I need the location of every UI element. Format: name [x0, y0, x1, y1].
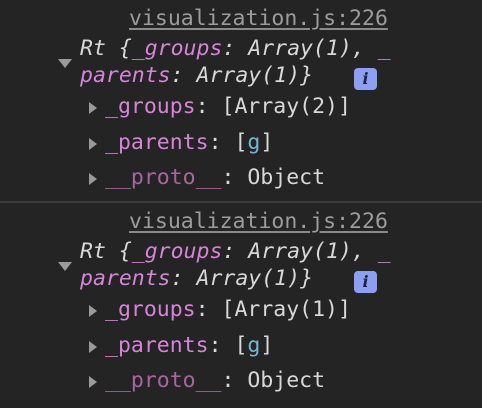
- property-value: [Array(1)]: [221, 297, 351, 322]
- property-colon: :: [221, 165, 248, 190]
- element-tag[interactable]: g: [247, 130, 260, 155]
- triangle-down-icon[interactable]: [58, 262, 72, 271]
- console-entry: visualization.js:226 Rt {_groups: Array(…: [0, 203, 482, 408]
- summary-value: Array(1): [196, 266, 301, 291]
- property-name: _groups: [105, 94, 196, 119]
- brace-open: {: [105, 239, 132, 264]
- summary-key: parents: [80, 63, 171, 88]
- property-value: [Array(2)]: [221, 94, 351, 119]
- console-entry: visualization.js:226 Rt {_groups: Array(…: [0, 0, 482, 202]
- summary-colon: :: [170, 63, 197, 88]
- object-summary-line-2[interactable]: parents: Array(1)}: [80, 63, 313, 88]
- property-colon: :: [195, 94, 222, 119]
- brace-close: }: [300, 266, 314, 291]
- summary-value: Array(1): [196, 63, 301, 88]
- property-colon: :: [208, 130, 235, 155]
- info-icon[interactable]: i: [354, 271, 377, 293]
- element-tag[interactable]: g: [247, 333, 260, 358]
- summary-key-fragment: _: [377, 36, 391, 61]
- property-text: __proto__: Object: [105, 165, 325, 190]
- summary-key-fragment: _: [377, 239, 391, 264]
- property-colon: :: [195, 297, 222, 322]
- triangle-right-icon[interactable]: [89, 305, 97, 317]
- brace-close: }: [300, 63, 314, 88]
- summary-colon: :: [222, 36, 249, 61]
- triangle-right-icon[interactable]: [89, 138, 97, 150]
- triangle-right-icon[interactable]: [89, 173, 97, 185]
- object-summary-line-1[interactable]: Rt {_groups: Array(1), _: [80, 239, 391, 264]
- property-text: _groups: [Array(2)]: [105, 94, 351, 119]
- property-text: _parents: [g]: [105, 130, 273, 155]
- info-icon[interactable]: i: [354, 68, 377, 90]
- class-name: Rt: [80, 239, 106, 264]
- triangle-right-icon[interactable]: [89, 341, 97, 353]
- summary-colon: :: [222, 239, 249, 264]
- summary-key: parents: [80, 266, 171, 291]
- object-summary-line-2[interactable]: parents: Array(1)}: [80, 266, 313, 291]
- summary-value: Array(1): [248, 239, 352, 264]
- summary-colon: :: [170, 266, 197, 291]
- bracket-close: ]: [260, 333, 274, 358]
- property-value: Object: [247, 165, 326, 190]
- property-name: _parents: [105, 130, 209, 155]
- property-text: __proto__: Object: [105, 368, 325, 393]
- object-summary-line-1[interactable]: Rt {_groups: Array(1), _: [80, 36, 391, 61]
- property-name: _groups: [105, 297, 196, 322]
- property-text: _groups: [Array(1)]: [105, 297, 351, 322]
- summary-comma: ,: [351, 36, 378, 61]
- triangle-right-icon[interactable]: [89, 102, 97, 114]
- bracket-open: [: [234, 130, 248, 155]
- summary-key: _groups: [131, 36, 223, 61]
- property-text: _parents: [g]: [105, 333, 273, 358]
- property-value: Object: [247, 368, 326, 393]
- bracket-close: ]: [260, 130, 274, 155]
- source-link[interactable]: visualization.js:226: [129, 6, 388, 31]
- property-name: __proto__: [105, 368, 222, 393]
- summary-key: _groups: [131, 239, 223, 264]
- bracket-open: [: [234, 333, 248, 358]
- triangle-down-icon[interactable]: [58, 59, 72, 68]
- summary-comma: ,: [351, 239, 378, 264]
- triangle-right-icon[interactable]: [89, 376, 97, 388]
- brace-open: {: [105, 36, 132, 61]
- property-colon: :: [208, 333, 235, 358]
- summary-value: Array(1): [248, 36, 352, 61]
- source-link[interactable]: visualization.js:226: [129, 209, 388, 234]
- property-colon: :: [221, 368, 248, 393]
- class-name: Rt: [80, 36, 106, 61]
- property-name: __proto__: [105, 165, 222, 190]
- property-name: _parents: [105, 333, 209, 358]
